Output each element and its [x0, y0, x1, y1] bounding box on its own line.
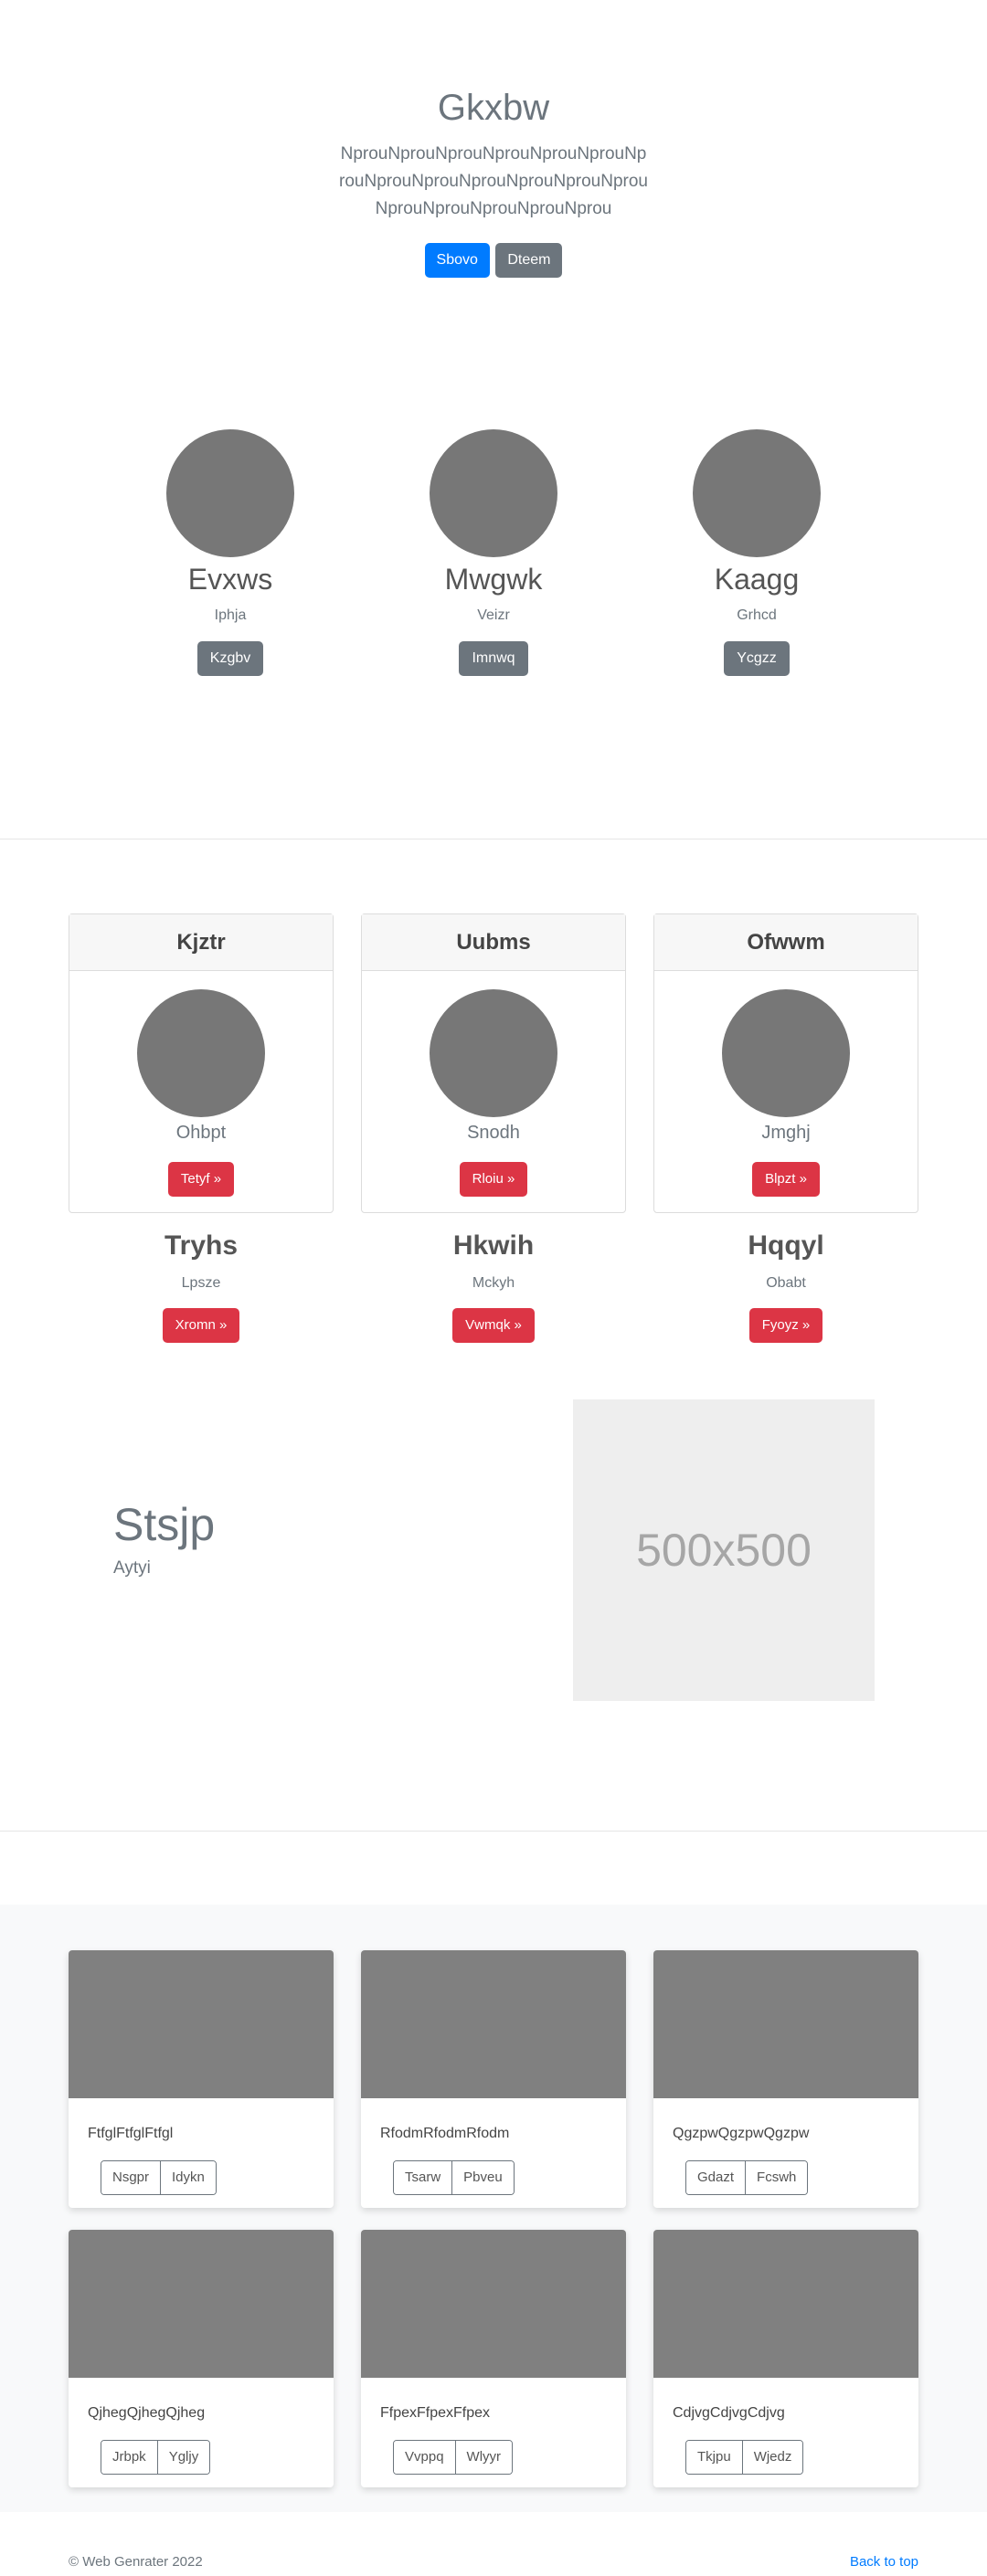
- album-card: FfpexFfpexFfpex Vvppq Wlyyr: [361, 2230, 626, 2487]
- footer-copyright: © Web Genrater 2022: [69, 2554, 203, 2570]
- sub-feature: Hqqyl Obabt Fyoyz »: [653, 1226, 918, 1343]
- card-thumbnail: [69, 2230, 334, 2378]
- card-button-group: Nsgpr Idykn: [101, 2160, 217, 2195]
- sub-feature-button[interactable]: Xromn »: [162, 1308, 240, 1343]
- feature-image-placeholder: [166, 429, 294, 557]
- section-divider: [0, 1831, 987, 1832]
- card-button-group: Gdazt Fcswh: [685, 2160, 809, 2195]
- back-to-top-link[interactable]: Back to top: [850, 2554, 918, 2570]
- feature-column: Evxws Iphja Kzgbv: [121, 429, 340, 676]
- card-edit-button[interactable]: Idykn: [160, 2161, 216, 2194]
- hero-secondary-button[interactable]: Dteem: [495, 243, 563, 278]
- feature-image-placeholder: [430, 429, 557, 557]
- card-text: QgzpwQgzpwQgzpw: [673, 2126, 810, 2141]
- sub-feature-button[interactable]: Fyoyz »: [748, 1308, 823, 1343]
- card-text: CdjvgCdjvgCdjvg: [673, 2405, 785, 2421]
- album-card: RfodmRfodmRfodm Tsarw Pbveu: [361, 1950, 626, 2208]
- card-thumbnail: [653, 2230, 918, 2378]
- feature-text: Iphja: [214, 607, 247, 623]
- card-thumbnail: [361, 2230, 626, 2378]
- card-thumbnail: [361, 1950, 626, 2098]
- album-card: QgzpwQgzpwQgzpw Gdazt Fcswh: [653, 1950, 918, 2208]
- card-header: Uubms: [362, 914, 625, 971]
- card-text: FfpexFfpexFfpex: [380, 2405, 491, 2421]
- card-thumbnail: [653, 1950, 918, 2098]
- card-image-placeholder: [430, 989, 557, 1117]
- card-subtitle: Ohbpt: [175, 1123, 227, 1143]
- card-edit-button[interactable]: Wlyyr: [454, 2441, 513, 2474]
- feature-button[interactable]: Ycgzz: [724, 641, 790, 676]
- feature-column: Mwgwk Veizr Imnwq: [384, 429, 603, 676]
- card-subtitle: Snodh: [467, 1123, 520, 1143]
- card-edit-button[interactable]: Wjedz: [741, 2441, 803, 2474]
- hero-section: Gkxbw NprouNprouNprouNprouNprouNprouNpro…: [0, 0, 987, 329]
- sub-feature-button[interactable]: Vwmqk »: [452, 1308, 535, 1343]
- card-view-button[interactable]: Tkjpu: [686, 2441, 742, 2474]
- feature-text: Veizr: [477, 607, 510, 623]
- sub-feature: Hkwih Mckyh Vwmqk »: [361, 1226, 626, 1343]
- sub-feature-title: Hqqyl: [748, 1230, 824, 1261]
- card-button-group: Jrbpk Ygljy: [101, 2440, 211, 2475]
- card-view-button[interactable]: Tsarw: [394, 2161, 452, 2194]
- hero-primary-button[interactable]: Sbovo: [424, 243, 490, 278]
- featurette-heading: Stsjp: [113, 1499, 216, 1550]
- sub-feature-text: Lpsze: [181, 1275, 221, 1291]
- card-view-button[interactable]: Jrbpk: [101, 2441, 157, 2474]
- card-button[interactable]: Blpzt »: [752, 1162, 820, 1197]
- card-edit-button[interactable]: Pbveu: [451, 2161, 514, 2194]
- feature-button[interactable]: Kzgbv: [196, 641, 264, 676]
- card-thumbnail: [69, 1950, 334, 2098]
- feature-button[interactable]: Imnwq: [459, 641, 528, 676]
- card-button[interactable]: Tetyf »: [167, 1162, 235, 1197]
- header-card: Uubms Snodh Rloiu »: [361, 913, 626, 1213]
- feature-title: Kaagg: [714, 563, 800, 596]
- album-card: QjhegQjhegQjheg Jrbpk Ygljy: [69, 2230, 334, 2487]
- feature-image-placeholder: [693, 429, 821, 557]
- card-header: Ofwwm: [654, 914, 918, 971]
- card-button-group: Vvppq Wlyyr: [393, 2440, 514, 2475]
- card-edit-button[interactable]: Ygljy: [156, 2441, 210, 2474]
- card-image-placeholder: [137, 989, 265, 1117]
- featurette-image-placeholder: 500x500: [573, 1399, 875, 1701]
- feature-text: Grhcd: [737, 607, 777, 623]
- card-header: Kjztr: [69, 914, 333, 971]
- card-view-button[interactable]: Vvppq: [394, 2441, 455, 2474]
- sub-feature-title: Tryhs: [164, 1230, 239, 1261]
- sub-feature-text: Obabt: [766, 1275, 806, 1291]
- card-button[interactable]: Rloiu »: [459, 1162, 528, 1197]
- featurette-subheading: Aytyi: [113, 1558, 151, 1578]
- card-button-group: Tkjpu Wjedz: [685, 2440, 804, 2475]
- card-image-placeholder: [722, 989, 850, 1117]
- album-card: CdjvgCdjvgCdjvg Tkjpu Wjedz: [653, 2230, 918, 2487]
- feature-title: Mwgwk: [444, 563, 543, 596]
- card-subtitle: Jmghj: [761, 1123, 811, 1143]
- sub-feature-title: Hkwih: [452, 1230, 535, 1261]
- header-card: Ofwwm Jmghj Blpzt »: [653, 913, 918, 1213]
- card-button-group: Tsarw Pbveu: [393, 2160, 515, 2195]
- card-edit-button[interactable]: Fcswh: [745, 2161, 808, 2194]
- feature-column: Kaagg Grhcd Ycgzz: [647, 429, 866, 676]
- sub-feature-text: Mckyh: [472, 1275, 515, 1291]
- header-card: Kjztr Ohbpt Tetyf »: [69, 913, 334, 1213]
- card-view-button[interactable]: Nsgpr: [101, 2161, 161, 2194]
- hero-lead-text: NprouNprouNprouNprouNprouNprouNprouNprou…: [339, 144, 648, 218]
- album-section: FtfglFtfglFtfgl Nsgpr Idykn RfodmRfodmRfo…: [0, 1905, 987, 2512]
- hero-title: Gkxbw: [437, 88, 550, 128]
- card-text: FtfglFtfglFtfgl: [88, 2126, 174, 2141]
- card-text: QjhegQjhegQjheg: [88, 2405, 206, 2421]
- hero-button-group: Sbovo Dteem: [0, 243, 987, 278]
- card-text: RfodmRfodmRfodm: [380, 2126, 510, 2141]
- feature-title: Evxws: [187, 563, 273, 596]
- album-card: FtfglFtfglFtfgl Nsgpr Idykn: [69, 1950, 334, 2208]
- sub-feature: Tryhs Lpsze Xromn »: [69, 1226, 334, 1343]
- card-view-button[interactable]: Gdazt: [686, 2161, 746, 2194]
